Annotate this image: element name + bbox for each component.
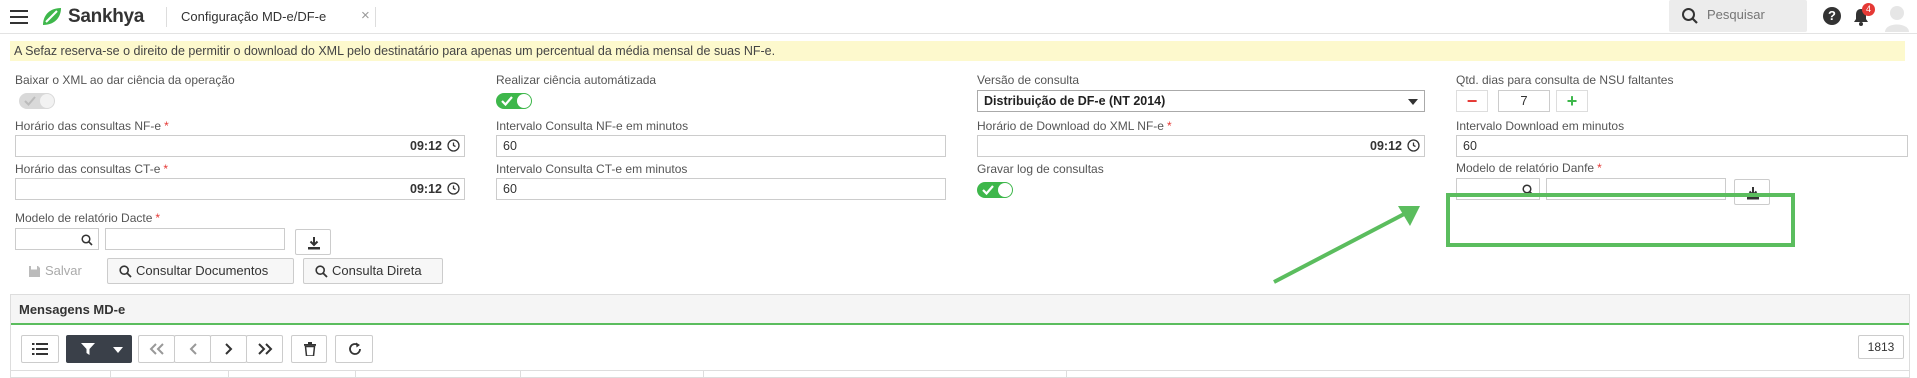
horario-cte-field[interactable]: 09:12 [15, 178, 465, 200]
horario-nfe-field[interactable]: 09:12 [15, 135, 465, 157]
intervalo-cte-label: Intervalo Consulta CT-e em minutos [496, 162, 688, 176]
search-icon [1682, 8, 1698, 24]
increment-button[interactable]: + [1556, 90, 1588, 112]
modelo-dacte-description-input[interactable] [105, 228, 285, 250]
versao-consulta-label: Versão de consulta [977, 73, 1080, 87]
panel-header: Mensagens MD-e [11, 295, 1909, 325]
top-bar: Sankhya Configuração MD-e/DF-e × ? 4 [0, 0, 1917, 34]
download-dacte-button[interactable] [295, 229, 331, 255]
download-icon [308, 237, 320, 250]
filter-icon [81, 343, 95, 355]
versao-consulta-value: Distribuição de DF-e (NT 2014) [984, 94, 1166, 108]
search-input[interactable] [1707, 7, 1797, 22]
decrement-button[interactable]: − [1456, 90, 1488, 112]
double-chevron-right-icon [258, 343, 273, 355]
check-icon [501, 96, 513, 107]
refresh-icon [349, 342, 361, 355]
horario-nfe-value: 09:12 [410, 139, 442, 153]
sankhya-leaf-icon [43, 8, 61, 25]
annotation-arrow-icon [1273, 206, 1420, 284]
qtd-dias-label: Qtd. dias para consulta de NSU faltantes [1456, 73, 1674, 87]
first-page-button[interactable] [138, 335, 175, 363]
tab-title[interactable]: Configuração MD-e/DF-e [181, 9, 326, 24]
panel-title: Mensagens MD-e [19, 302, 126, 317]
consultar-documentos-label: Consultar Documentos [136, 263, 269, 278]
sefaz-notice: A Sefaz reserva-se o direito de permitir… [10, 41, 1905, 61]
previous-page-button[interactable] [174, 335, 211, 363]
search-icon [315, 265, 328, 278]
search-icon [119, 265, 132, 278]
clock-icon[interactable] [1407, 139, 1420, 152]
grid-column-divider [110, 370, 111, 378]
highlight-box [1446, 193, 1795, 247]
horario-download-value: 09:12 [1370, 139, 1402, 153]
search-box[interactable] [1669, 0, 1807, 32]
save-icon [29, 266, 40, 277]
refresh-button[interactable] [335, 335, 373, 363]
trash-icon [304, 342, 316, 356]
modelo-dacte-code-input[interactable] [15, 228, 99, 250]
grid-column-divider [1066, 370, 1067, 378]
horario-download-label: Horário de Download do XML NF-e * [977, 119, 1172, 133]
grid-column-divider [228, 370, 229, 378]
consulta-direta-label: Consulta Direta [332, 263, 422, 278]
save-button-label: Salvar [45, 263, 82, 278]
save-button[interactable]: Salvar [16, 258, 98, 284]
baixar-xml-label: Baixar o XML ao dar ciência da operação [15, 73, 235, 87]
grid-column-divider [703, 370, 704, 378]
divider [375, 7, 376, 27]
qtd-dias-input[interactable]: 7 [1498, 90, 1550, 112]
menu-icon[interactable] [10, 10, 28, 24]
grid-column-divider [355, 370, 356, 378]
gravar-log-label: Gravar log de consultas [977, 162, 1104, 176]
filter-button[interactable] [66, 335, 132, 363]
modelo-danfe-label: Modelo de relatório Danfe * [1456, 161, 1602, 175]
horario-nfe-label: Horário das consultas NF-e * [15, 119, 169, 133]
tab-close-icon[interactable]: × [361, 7, 370, 24]
search-icon[interactable] [81, 234, 93, 246]
chevron-down-icon [1408, 99, 1418, 105]
last-page-button[interactable] [246, 335, 283, 363]
notification-badge: 4 [1862, 3, 1875, 16]
horario-download-field[interactable]: 09:12 [977, 135, 1425, 157]
next-page-button[interactable] [210, 335, 247, 363]
list-view-button[interactable] [21, 335, 59, 363]
gravar-log-toggle[interactable] [977, 182, 1013, 198]
chevron-down-icon [113, 347, 123, 353]
help-icon[interactable]: ? [1823, 7, 1841, 25]
list-icon [32, 343, 48, 355]
check-icon [24, 96, 36, 106]
brand-name: Sankhya [68, 6, 145, 27]
clock-icon[interactable] [447, 182, 460, 195]
chevron-left-icon [189, 343, 197, 355]
record-count: 1813 [1858, 335, 1904, 359]
intervalo-cte-input[interactable]: 60 [496, 178, 946, 200]
grid-column-divider [520, 370, 521, 378]
realizar-ciencia-label: Realizar ciência automátizada [496, 73, 657, 87]
check-icon [982, 185, 994, 196]
clock-icon[interactable] [447, 139, 460, 152]
chevron-right-icon [225, 343, 233, 355]
intervalo-download-label: Intervalo Download em minutos [1456, 119, 1625, 133]
delete-button[interactable] [291, 335, 327, 363]
double-chevron-left-icon [149, 343, 164, 355]
consultar-documentos-button[interactable]: Consultar Documentos [107, 258, 294, 284]
realizar-ciencia-toggle[interactable] [496, 93, 532, 109]
divider [166, 7, 167, 27]
brand-logo[interactable]: Sankhya [40, 5, 144, 29]
intervalo-download-input[interactable]: 60 [1456, 135, 1908, 157]
modelo-dacte-label: Modelo de relatório Dacte * [15, 211, 161, 225]
horario-cte-label: Horário das consultas CT-e * [15, 162, 169, 176]
intervalo-nfe-input[interactable]: 60 [496, 135, 946, 157]
grid-header-line [11, 370, 1909, 371]
consulta-direta-button[interactable]: Consulta Direta [303, 258, 443, 284]
intervalo-nfe-label: Intervalo Consulta NF-e em minutos [496, 119, 689, 133]
mensagens-panel: Mensagens MD-e [10, 294, 1910, 378]
baixar-xml-toggle[interactable] [19, 93, 55, 109]
versao-consulta-select[interactable]: Distribuição de DF-e (NT 2014) [977, 90, 1425, 112]
horario-cte-value: 09:12 [410, 182, 442, 196]
avatar[interactable] [1884, 4, 1910, 32]
